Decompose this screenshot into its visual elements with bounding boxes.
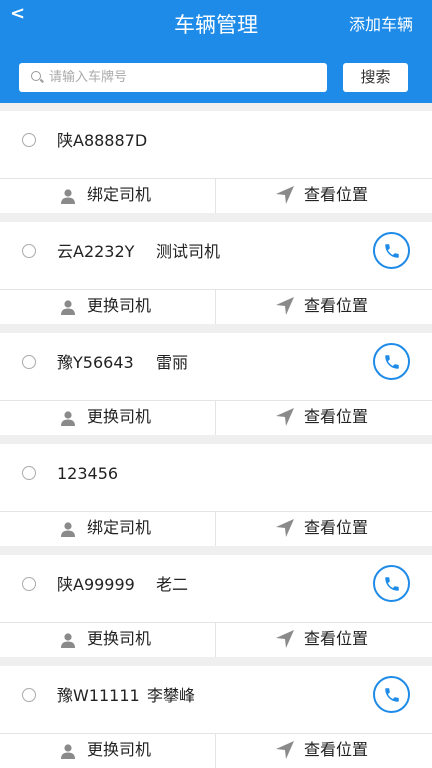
search-icon — [31, 71, 41, 81]
view-location-label: 查看位置 — [304, 185, 369, 204]
change-driver-label: 更换司机 — [87, 740, 152, 759]
call-driver-button[interactable] — [373, 343, 410, 380]
location-arrow-icon — [276, 408, 294, 426]
call-driver-button[interactable] — [373, 565, 410, 602]
user-icon — [61, 411, 75, 426]
plate-number: 陕A88887D — [57, 131, 148, 150]
vehicle-card: 云A2232Y 测试司机 更换司机 查看位置 — [0, 222, 432, 324]
vehicle-info-row[interactable]: 豫Y56643 雷丽 — [0, 333, 432, 400]
plate-number: 豫W11111 — [57, 686, 140, 705]
call-driver-button[interactable] — [373, 232, 410, 269]
view-location-label: 查看位置 — [304, 296, 369, 315]
user-icon — [61, 189, 75, 204]
vehicle-info-row[interactable]: 123456 — [0, 444, 432, 511]
view-location-label: 查看位置 — [304, 407, 369, 426]
view-location-label: 查看位置 — [304, 629, 369, 648]
phone-icon — [385, 244, 399, 258]
user-icon — [61, 633, 75, 648]
search-input[interactable] — [49, 63, 319, 92]
driver-name: 老二 — [156, 575, 189, 594]
driver-name: 李攀峰 — [147, 686, 196, 705]
phone-icon — [385, 577, 399, 591]
divider — [0, 511, 432, 512]
add-vehicle-button[interactable]: 添加车辆 — [349, 13, 413, 37]
location-arrow-icon — [276, 186, 294, 204]
divider — [0, 289, 432, 290]
divider — [215, 511, 216, 546]
change-driver-label: 更换司机 — [87, 629, 152, 648]
divider — [0, 733, 432, 734]
location-arrow-icon — [276, 519, 294, 537]
vehicle-info-row[interactable]: 云A2232Y 测试司机 — [0, 222, 432, 289]
view-location-label: 查看位置 — [304, 518, 369, 537]
select-radio[interactable] — [22, 577, 36, 591]
location-arrow-icon — [276, 630, 294, 648]
divider — [215, 289, 216, 324]
vehicle-card: 陕A99999 老二 更换司机 查看位置 — [0, 555, 432, 657]
plate-number: 123456 — [57, 464, 119, 483]
bind-driver-label: 绑定司机 — [87, 518, 152, 537]
divider — [0, 400, 432, 401]
select-radio[interactable] — [22, 244, 36, 258]
view-location-label: 查看位置 — [304, 740, 369, 759]
vehicle-info-row[interactable]: 陕A88887D — [0, 111, 432, 178]
select-radio[interactable] — [22, 133, 36, 147]
phone-icon — [385, 688, 399, 702]
vehicle-card: 豫Y56643 雷丽 更换司机 查看位置 — [0, 333, 432, 435]
divider — [215, 400, 216, 435]
location-arrow-icon — [276, 297, 294, 315]
select-radio[interactable] — [22, 355, 36, 369]
divider — [215, 178, 216, 213]
plate-number: 云A2232Y — [57, 242, 135, 261]
vehicle-info-row[interactable]: 陕A99999 老二 — [0, 555, 432, 622]
app-header: < 车辆管理 添加车辆 搜索 — [0, 0, 432, 103]
plate-number: 陕A99999 — [57, 575, 135, 594]
phone-icon — [385, 355, 399, 369]
search-button[interactable]: 搜索 — [343, 63, 408, 92]
vehicle-card: 豫W11111 李攀峰 更换司机 查看位置 — [0, 666, 432, 768]
user-icon — [61, 744, 75, 759]
user-icon — [61, 522, 75, 537]
location-arrow-icon — [276, 741, 294, 759]
bind-driver-label: 绑定司机 — [87, 185, 152, 204]
plate-number: 豫Y56643 — [57, 353, 134, 372]
call-driver-button[interactable] — [373, 676, 410, 713]
divider — [215, 733, 216, 768]
divider — [0, 178, 432, 179]
search-box — [19, 63, 327, 92]
change-driver-label: 更换司机 — [87, 296, 152, 315]
vehicle-card: 123456 绑定司机 查看位置 — [0, 444, 432, 546]
divider — [215, 622, 216, 657]
vehicle-info-row[interactable]: 豫W11111 李攀峰 — [0, 666, 432, 733]
change-driver-label: 更换司机 — [87, 407, 152, 426]
driver-name: 测试司机 — [156, 242, 221, 261]
user-icon — [61, 300, 75, 315]
divider — [0, 622, 432, 623]
select-radio[interactable] — [22, 688, 36, 702]
select-radio[interactable] — [22, 466, 36, 480]
driver-name: 雷丽 — [156, 353, 189, 372]
vehicle-card: 陕A88887D 绑定司机 查看位置 — [0, 111, 432, 213]
